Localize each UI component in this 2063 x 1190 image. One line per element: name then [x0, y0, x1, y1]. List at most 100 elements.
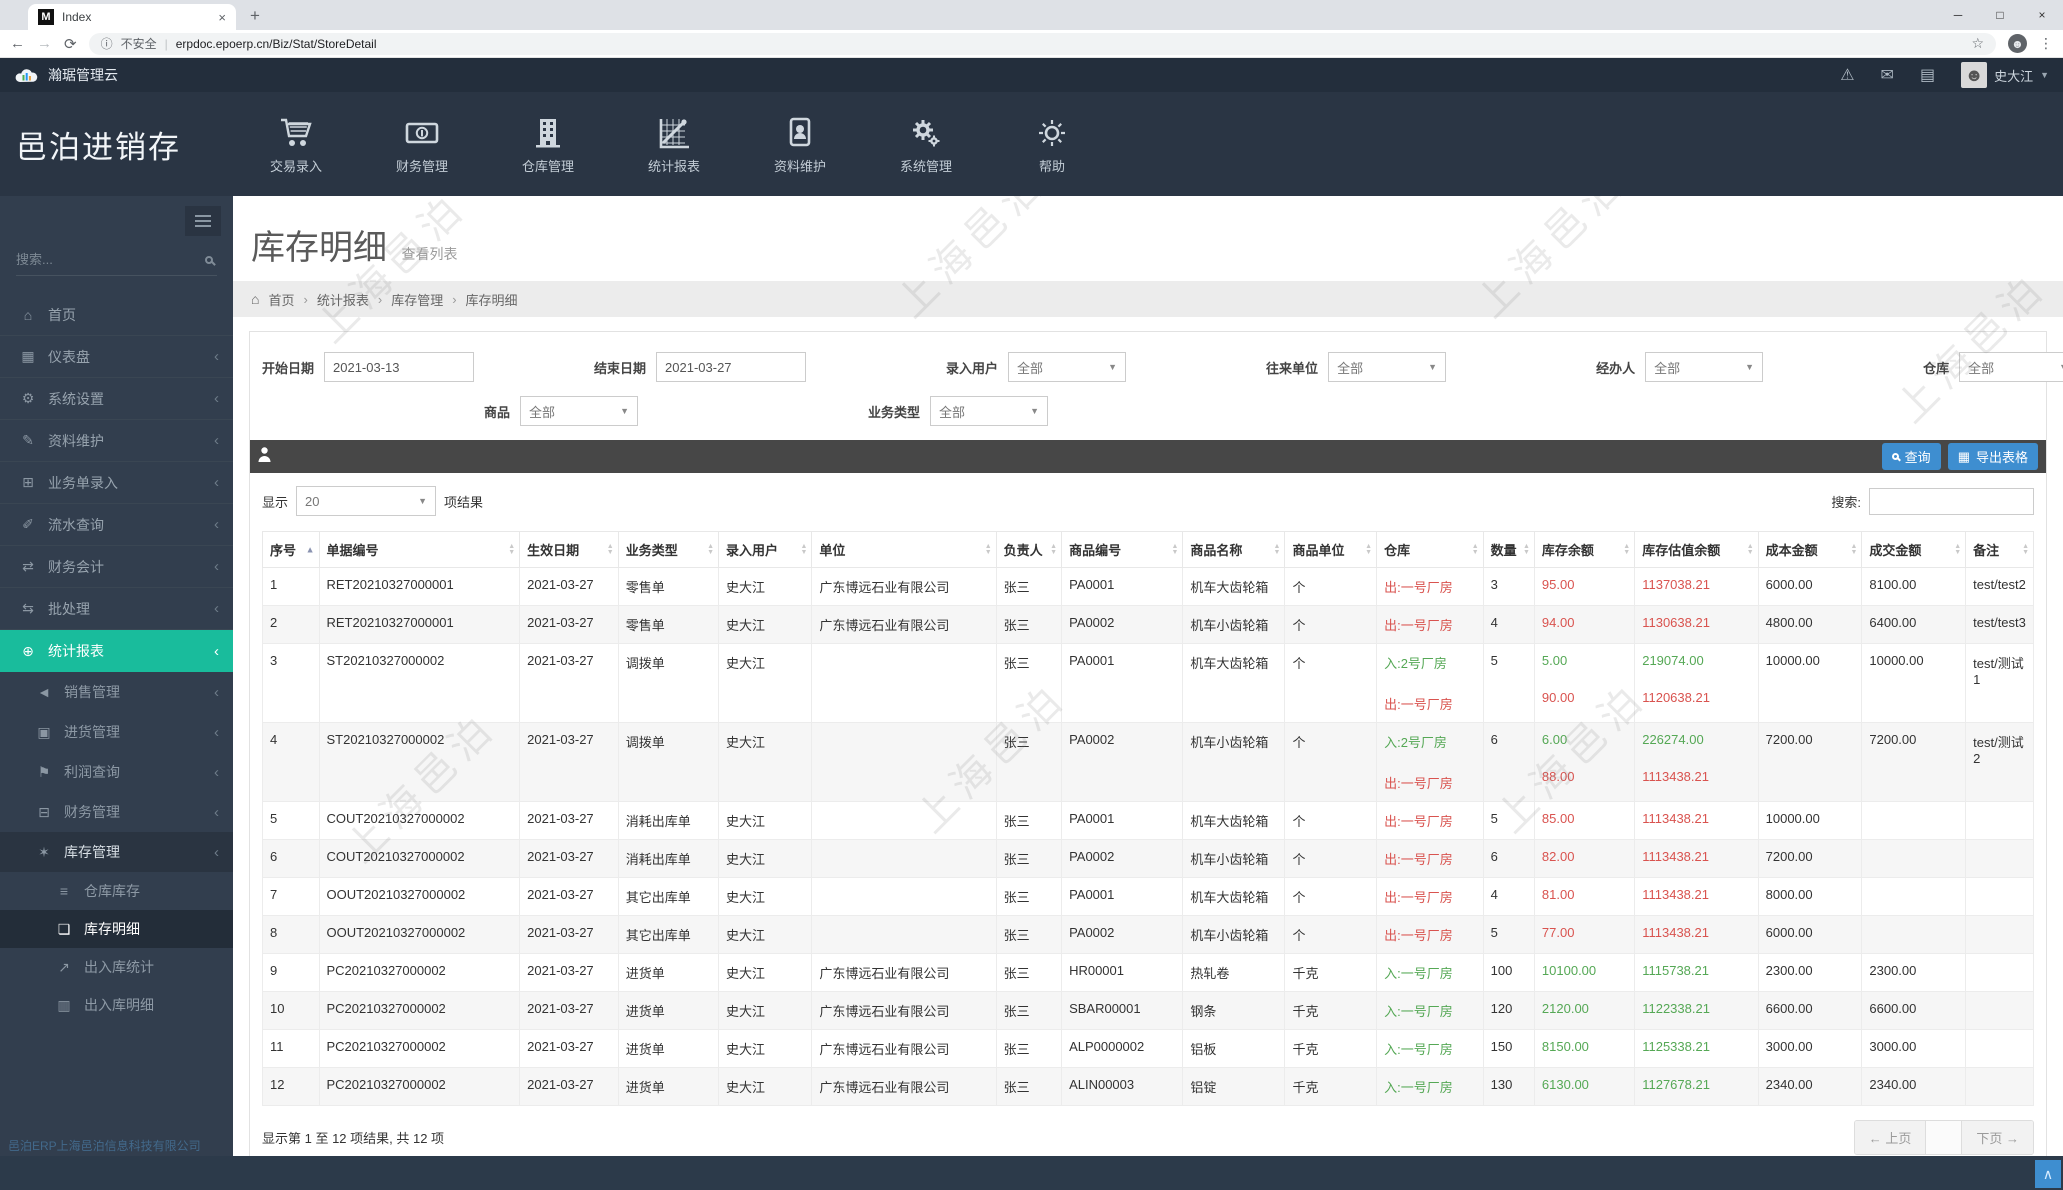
sidebar-search-input[interactable]	[16, 252, 205, 267]
column-header-cost[interactable]: 成本金额 ▲ ▼	[1757, 531, 1863, 568]
messages-icon[interactable]: ✉	[1881, 65, 1894, 85]
column-header-biz_type[interactable]: 业务类型 ▲ ▼	[617, 531, 720, 568]
window-minimize-icon[interactable]: ─	[1937, 0, 1979, 30]
query-button[interactable]: 查询	[1881, 443, 1941, 470]
cell-doc_no: OOUT20210327000002	[318, 877, 521, 916]
sidebar-item-batch[interactable]: ⇆ 批处理 ‹	[0, 588, 233, 630]
warehouse-select[interactable]: 全部▼	[1959, 352, 2063, 382]
column-header-unit[interactable]: 商品单位 ▲ ▼	[1284, 531, 1378, 568]
column-header-remark[interactable]: 备注 ▲ ▼	[1965, 531, 2034, 568]
show-label: 显示	[262, 494, 289, 510]
info-icon[interactable]: ⓘ	[101, 35, 113, 52]
browser-menu-icon[interactable]: ⋮	[2039, 35, 2053, 52]
cell-value_balance: 1113438.21	[1634, 877, 1759, 916]
user-menu[interactable]: ☻ 史大江 ▼	[1961, 62, 2049, 88]
column-header-warehouse[interactable]: 仓库 ▲ ▼	[1376, 531, 1484, 568]
sidebar-item-flow-query[interactable]: ✐ 流水查询 ‹	[0, 504, 233, 546]
sidebar-item-stock-detail[interactable]: ❏ 库存明细	[0, 910, 233, 948]
start-date-input[interactable]	[324, 352, 475, 382]
product-select[interactable]: 全部 ▼	[520, 396, 639, 426]
bookmark-star-icon[interactable]: ☆	[1971, 35, 1984, 52]
manager-select[interactable]: 全部 ▼	[1645, 352, 1764, 382]
sort-down-icon: ▼	[1522, 548, 1530, 556]
sidebar-item-system-settings[interactable]: ⚙ 系统设置 ‹	[0, 378, 233, 420]
column-header-manager[interactable]: 负责人 ▲ ▼	[995, 531, 1063, 568]
breadcrumb-item-3[interactable]: 库存管理	[391, 290, 443, 309]
sidebar-item-warehouse-stock[interactable]: ≡ 仓库库存	[0, 872, 233, 910]
top-menu-item-4[interactable]: 统计报表	[611, 92, 737, 196]
sidebar-item-reports[interactable]: ⊕ 统计报表 ‹	[0, 630, 233, 672]
column-header-entry_user[interactable]: 录入用户 ▲ ▼	[718, 531, 813, 568]
scroll-top-button[interactable]: ∧	[2035, 1160, 2061, 1188]
page-size-select[interactable]: 20 ▼	[296, 486, 437, 516]
column-header-deal[interactable]: 成交金额 ▲ ▼	[1861, 531, 1967, 568]
sidebar-item-inventory-mgmt[interactable]: ✶ 库存管理 ‹	[0, 832, 233, 872]
top-menu-item-2[interactable]: 财务管理	[359, 92, 485, 196]
address-bar[interactable]: ⓘ 不安全 | erpdoc.epoerp.cn/Biz/Stat/StoreD…	[88, 32, 1996, 55]
column-header-qty[interactable]: 数量 ▲ ▼	[1482, 531, 1535, 568]
forward-icon[interactable]: →	[37, 35, 52, 52]
person-icon[interactable]	[258, 446, 271, 467]
new-tab-button[interactable]: +	[250, 6, 260, 26]
table-row: 9 PC20210327000002 2021-03-27 进货单 史大江 广东博远石业有…	[262, 953, 2034, 992]
tasks-icon[interactable]: ▤	[1920, 65, 1935, 85]
top-menu-item-6[interactable]: 系统管理	[863, 92, 989, 196]
column-header-doc_no[interactable]: 单据编号 ▲ ▼	[318, 531, 521, 568]
sidebar-item-purchase-mgmt[interactable]: ▣ 进货管理 ‹	[0, 712, 233, 752]
column-header-product_code[interactable]: 商品编号 ▲ ▼	[1061, 531, 1184, 568]
browser-profile-avatar[interactable]: ☻	[2008, 34, 2027, 53]
cell-value_balance: 219074.00 1120638.21	[1634, 643, 1759, 723]
cell-remark: test/测试1	[1965, 643, 2034, 723]
sidebar-item-profit-query[interactable]: ⚑ 利润查询 ‹	[0, 752, 233, 792]
sidebar-item-accounting[interactable]: ⇄ 财务会计 ‹	[0, 546, 233, 588]
top-menu-item-1[interactable]: 交易录入	[233, 92, 359, 196]
sidebar-item-finance-mgmt[interactable]: ⊟ 财务管理 ‹	[0, 792, 233, 832]
company-select[interactable]: 全部 ▼	[1328, 352, 1447, 382]
window-close-icon[interactable]: ×	[2021, 0, 2063, 30]
column-header-product_name[interactable]: 商品名称 ▲ ▼	[1182, 531, 1286, 568]
sidebar-item-label: 库存管理	[64, 844, 120, 860]
back-icon[interactable]: ←	[10, 35, 25, 52]
breadcrumb-item-1[interactable]: 首页	[268, 290, 294, 309]
column-header-company[interactable]: 单位 ▲ ▼	[811, 531, 997, 568]
home-icon: ⌂	[23, 306, 33, 323]
cell-qty: 6	[1482, 722, 1535, 802]
biz-type-select[interactable]: 全部 ▼	[930, 396, 1049, 426]
sidebar-item-home[interactable]: ⌂ 首页	[0, 294, 233, 336]
top-menu-item-7[interactable]: 帮助	[989, 92, 1115, 196]
next-page-button[interactable]: 下页 →	[1962, 1121, 2033, 1154]
sidebar-item-sales-mgmt[interactable]: ◄ 销售管理 ‹	[0, 672, 233, 712]
table-search-input[interactable]	[1869, 487, 2034, 515]
window-maximize-icon[interactable]: □	[1979, 0, 2021, 30]
sort-down-icon: ▼	[1273, 548, 1281, 556]
end-date-input[interactable]	[656, 352, 807, 382]
sidebar-collapse-button[interactable]	[185, 206, 221, 236]
export-table-button[interactable]: ▦ 导出表格	[1947, 443, 2038, 470]
cell-date: 2021-03-27	[519, 722, 619, 802]
sidebar-item-order-entry[interactable]: ⊞ 业务单录入 ‹	[0, 462, 233, 504]
prev-page-button[interactable]: ← 上页	[1854, 1121, 1927, 1154]
column-header-date[interactable]: 生效日期 ▲ ▼	[519, 531, 619, 568]
cell-company	[811, 801, 997, 840]
alerts-icon[interactable]: ⚠	[1840, 65, 1854, 85]
top-menu-item-3[interactable]: 仓库管理	[485, 92, 611, 196]
browser-tab[interactable]: M Index ×	[28, 4, 236, 30]
breadcrumb-item-2[interactable]: 统计报表	[317, 290, 369, 309]
tab-close-icon[interactable]: ×	[218, 10, 226, 25]
column-header-seq[interactable]: 序号 ▲	[262, 531, 320, 568]
sidebar-item-inout-detail[interactable]: ▥ 出入库明细	[0, 986, 233, 1024]
cell-biz_type: 进货单	[617, 1067, 720, 1106]
browser-titlebar: M Index × + ─ □ ×	[0, 0, 2063, 30]
breadcrumb-separator: ›	[303, 291, 308, 307]
cell-date: 2021-03-27	[519, 567, 619, 606]
cell-biz_type: 零售单	[617, 605, 720, 644]
sidebar-item-inout-stats[interactable]: ↗ 出入库统计	[0, 948, 233, 986]
top-menu-item-5[interactable]: 资料维护	[737, 92, 863, 196]
sidebar-item-dashboard[interactable]: ▦ 仪表盘 ‹	[0, 336, 233, 378]
refresh-icon[interactable]: ⟳	[64, 35, 77, 53]
page-subtitle: 查看列表	[401, 246, 458, 262]
column-header-value_balance[interactable]: 库存估值余额 ▲ ▼	[1634, 531, 1759, 568]
entry-user-select[interactable]: 全部 ▼	[1008, 352, 1127, 382]
sidebar-item-data-maintenance[interactable]: ✎ 资料维护 ‹	[0, 420, 233, 462]
column-header-stock_balance[interactable]: 库存余额 ▲ ▼	[1533, 531, 1636, 568]
